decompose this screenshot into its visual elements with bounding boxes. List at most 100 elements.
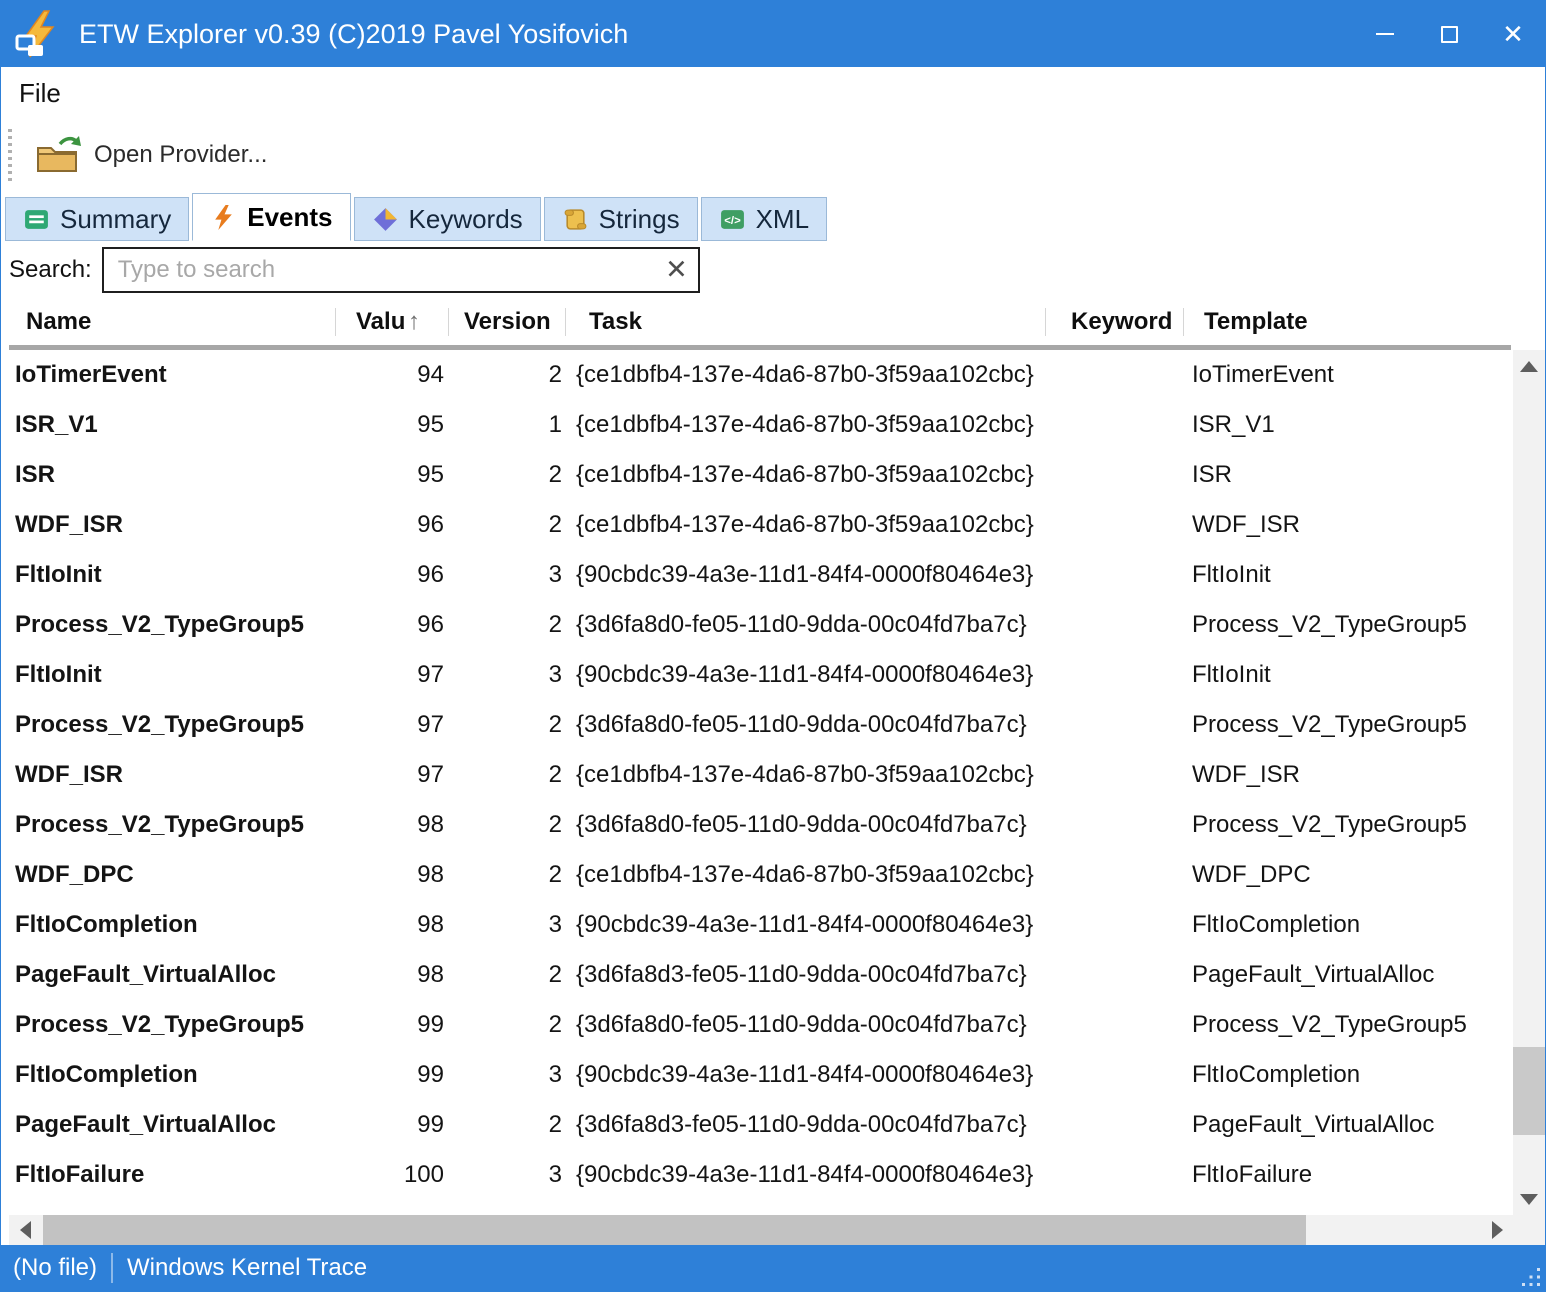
table-row[interactable]: ISR 95 2 {ce1dbfb4-137e-4da6-87b0-3f59aa… bbox=[1, 450, 1513, 500]
cell-task: {90cbdc39-4a3e-11d1-84f4-0000f80464e3} bbox=[566, 661, 1046, 689]
cell-task: {ce1dbfb4-137e-4da6-87b0-3f59aa102cbc} bbox=[566, 861, 1046, 889]
cell-name: Process_V2_TypeGroup5 bbox=[1, 811, 336, 839]
scroll-down-button[interactable] bbox=[1513, 1185, 1545, 1213]
table-row[interactable]: FltIoInit 97 3 {90cbdc39-4a3e-11d1-84f4-… bbox=[1, 650, 1513, 700]
cell-version: 3 bbox=[449, 561, 566, 589]
cell-value: 99 bbox=[336, 1061, 449, 1089]
cell-task: {ce1dbfb4-137e-4da6-87b0-3f59aa102cbc} bbox=[566, 361, 1046, 389]
search-input[interactable] bbox=[102, 247, 700, 293]
cell-template: PageFault_VirtualAlloc bbox=[1184, 1111, 1513, 1139]
table-row[interactable]: Process_V2_TypeGroup5 97 2 {3d6fa8d0-fe0… bbox=[1, 700, 1513, 750]
scroll-right-button[interactable] bbox=[1483, 1215, 1511, 1245]
scroll-up-icon bbox=[1520, 361, 1538, 372]
table-row[interactable]: FltIoInit 96 3 {90cbdc39-4a3e-11d1-84f4-… bbox=[1, 550, 1513, 600]
horizontal-scrollbar[interactable] bbox=[9, 1215, 1513, 1245]
etw-explorer-window: ETW Explorer v0.39 (C)2019 Pavel Yosifov… bbox=[0, 0, 1546, 1292]
cell-name: IoTimerEvent bbox=[1, 361, 336, 389]
cell-name: ISR bbox=[1, 461, 336, 489]
tab-summary[interactable]: Summary bbox=[5, 197, 189, 241]
status-provider: Windows Kernel Trace bbox=[127, 1254, 367, 1282]
cell-task: {90cbdc39-4a3e-11d1-84f4-0000f80464e3} bbox=[566, 1161, 1046, 1189]
scrollbar-corner bbox=[1513, 1215, 1545, 1245]
open-provider-button[interactable]: Open Provider... bbox=[34, 135, 267, 175]
column-header-version[interactable]: Version bbox=[449, 299, 566, 345]
tab-keywords-label: Keywords bbox=[409, 204, 523, 235]
table-row[interactable]: WDF_DPC 98 2 {ce1dbfb4-137e-4da6-87b0-3f… bbox=[1, 850, 1513, 900]
cell-value: 96 bbox=[336, 511, 449, 539]
tab-keywords[interactable]: Keywords bbox=[354, 197, 541, 241]
close-button[interactable]: ✕ bbox=[1481, 1, 1545, 67]
scroll-up-button[interactable] bbox=[1513, 352, 1545, 380]
cell-task: {90cbdc39-4a3e-11d1-84f4-0000f80464e3} bbox=[566, 911, 1046, 939]
toolbar-grip-handle[interactable] bbox=[8, 129, 12, 181]
column-header-name[interactable]: Name bbox=[1, 299, 336, 345]
cell-value: 97 bbox=[336, 711, 449, 739]
cell-task: {3d6fa8d0-fe05-11d0-9dda-00c04fd7ba7c} bbox=[566, 811, 1046, 839]
table-row[interactable]: IoTimerEvent 94 2 {ce1dbfb4-137e-4da6-87… bbox=[1, 350, 1513, 400]
cell-value: 97 bbox=[336, 661, 449, 689]
tab-strings-label: Strings bbox=[599, 204, 680, 235]
tab-summary-label: Summary bbox=[60, 204, 171, 235]
open-provider-label: Open Provider... bbox=[94, 141, 267, 169]
content-area: Name Value ↑ Version Task Keyword Templa… bbox=[1, 299, 1545, 1245]
table-row[interactable]: Process_V2_TypeGroup5 96 2 {3d6fa8d0-fe0… bbox=[1, 600, 1513, 650]
cell-template: WDF_ISR bbox=[1184, 761, 1513, 789]
table-row[interactable]: PageFault_VirtualAlloc 98 2 {3d6fa8d3-fe… bbox=[1, 950, 1513, 1000]
cell-version: 2 bbox=[449, 461, 566, 489]
cell-version: 2 bbox=[449, 961, 566, 989]
table-row[interactable]: WDF_ISR 96 2 {ce1dbfb4-137e-4da6-87b0-3f… bbox=[1, 500, 1513, 550]
scroll-down-icon bbox=[1520, 1194, 1538, 1205]
cell-name: WDF_ISR bbox=[1, 511, 336, 539]
column-header-keyword[interactable]: Keyword bbox=[1046, 299, 1184, 345]
table-body: IoTimerEvent 94 2 {ce1dbfb4-137e-4da6-87… bbox=[1, 350, 1513, 1215]
minimize-button[interactable] bbox=[1353, 1, 1417, 67]
app-lightning-icon bbox=[13, 9, 63, 59]
cell-value: 96 bbox=[336, 611, 449, 639]
table-row[interactable]: PageFault_VirtualAlloc 99 2 {3d6fa8d3-fe… bbox=[1, 1100, 1513, 1150]
tab-events[interactable]: Events bbox=[192, 193, 350, 241]
tab-strings[interactable]: Strings bbox=[544, 197, 698, 241]
maximize-button[interactable] bbox=[1417, 1, 1481, 67]
window-controls: ✕ bbox=[1353, 1, 1545, 67]
cell-name: WDF_DPC bbox=[1, 861, 336, 889]
table-row[interactable]: FltIoCompletion 99 3 {90cbdc39-4a3e-11d1… bbox=[1, 1050, 1513, 1100]
scroll-right-icon bbox=[1492, 1221, 1503, 1239]
table-row[interactable]: FltIoCompletion 98 3 {90cbdc39-4a3e-11d1… bbox=[1, 900, 1513, 950]
cell-value: 98 bbox=[336, 961, 449, 989]
vertical-scroll-thumb[interactable] bbox=[1513, 1047, 1545, 1135]
column-header-task[interactable]: Task bbox=[566, 299, 1046, 345]
cell-version: 2 bbox=[449, 1111, 566, 1139]
table-row[interactable]: FltIoFailure 100 3 {90cbdc39-4a3e-11d1-8… bbox=[1, 1150, 1513, 1200]
cell-template: Process_V2_TypeGroup5 bbox=[1184, 711, 1513, 739]
cell-task: {3d6fa8d0-fe05-11d0-9dda-00c04fd7ba7c} bbox=[566, 611, 1046, 639]
table-row[interactable]: ISR_V1 95 1 {ce1dbfb4-137e-4da6-87b0-3f5… bbox=[1, 400, 1513, 450]
column-header-template[interactable]: Template bbox=[1184, 299, 1511, 345]
cell-template: PageFault_VirtualAlloc bbox=[1184, 961, 1513, 989]
cell-name: FltIoInit bbox=[1, 661, 336, 689]
horizontal-scroll-thumb[interactable] bbox=[43, 1215, 1306, 1245]
sort-ascending-icon: ↑ bbox=[408, 308, 420, 336]
cell-template: ISR_V1 bbox=[1184, 411, 1513, 439]
resize-grip[interactable] bbox=[1520, 1266, 1542, 1288]
cell-task: {ce1dbfb4-137e-4da6-87b0-3f59aa102cbc} bbox=[566, 411, 1046, 439]
table-row[interactable]: WDF_ISR 97 2 {ce1dbfb4-137e-4da6-87b0-3f… bbox=[1, 750, 1513, 800]
table-row[interactable]: Process_V2_TypeGroup5 99 2 {3d6fa8d0-fe0… bbox=[1, 1000, 1513, 1050]
column-header-value[interactable]: Value ↑ bbox=[336, 299, 449, 345]
vertical-scrollbar[interactable] bbox=[1513, 350, 1545, 1215]
cell-version: 3 bbox=[449, 1161, 566, 1189]
status-bar: (No file) Windows Kernel Trace bbox=[1, 1245, 1545, 1291]
status-divider bbox=[111, 1253, 113, 1283]
cell-name: WDF_ISR bbox=[1, 761, 336, 789]
cell-version: 2 bbox=[449, 1011, 566, 1039]
scroll-left-button[interactable] bbox=[11, 1215, 39, 1245]
keywords-key-icon bbox=[372, 206, 399, 233]
cell-version: 2 bbox=[449, 611, 566, 639]
tab-strip: Summary Events Keywords Strings bbox=[1, 191, 1545, 241]
menu-file[interactable]: File bbox=[1, 78, 79, 109]
tab-xml[interactable]: </> XML bbox=[701, 197, 827, 241]
table-row[interactable]: Process_V2_TypeGroup5 98 2 {3d6fa8d0-fe0… bbox=[1, 800, 1513, 850]
scroll-left-icon bbox=[20, 1221, 31, 1239]
cell-template: Process_V2_TypeGroup5 bbox=[1184, 811, 1513, 839]
clear-search-icon[interactable]: ✕ bbox=[665, 257, 688, 284]
cell-task: {ce1dbfb4-137e-4da6-87b0-3f59aa102cbc} bbox=[566, 761, 1046, 789]
